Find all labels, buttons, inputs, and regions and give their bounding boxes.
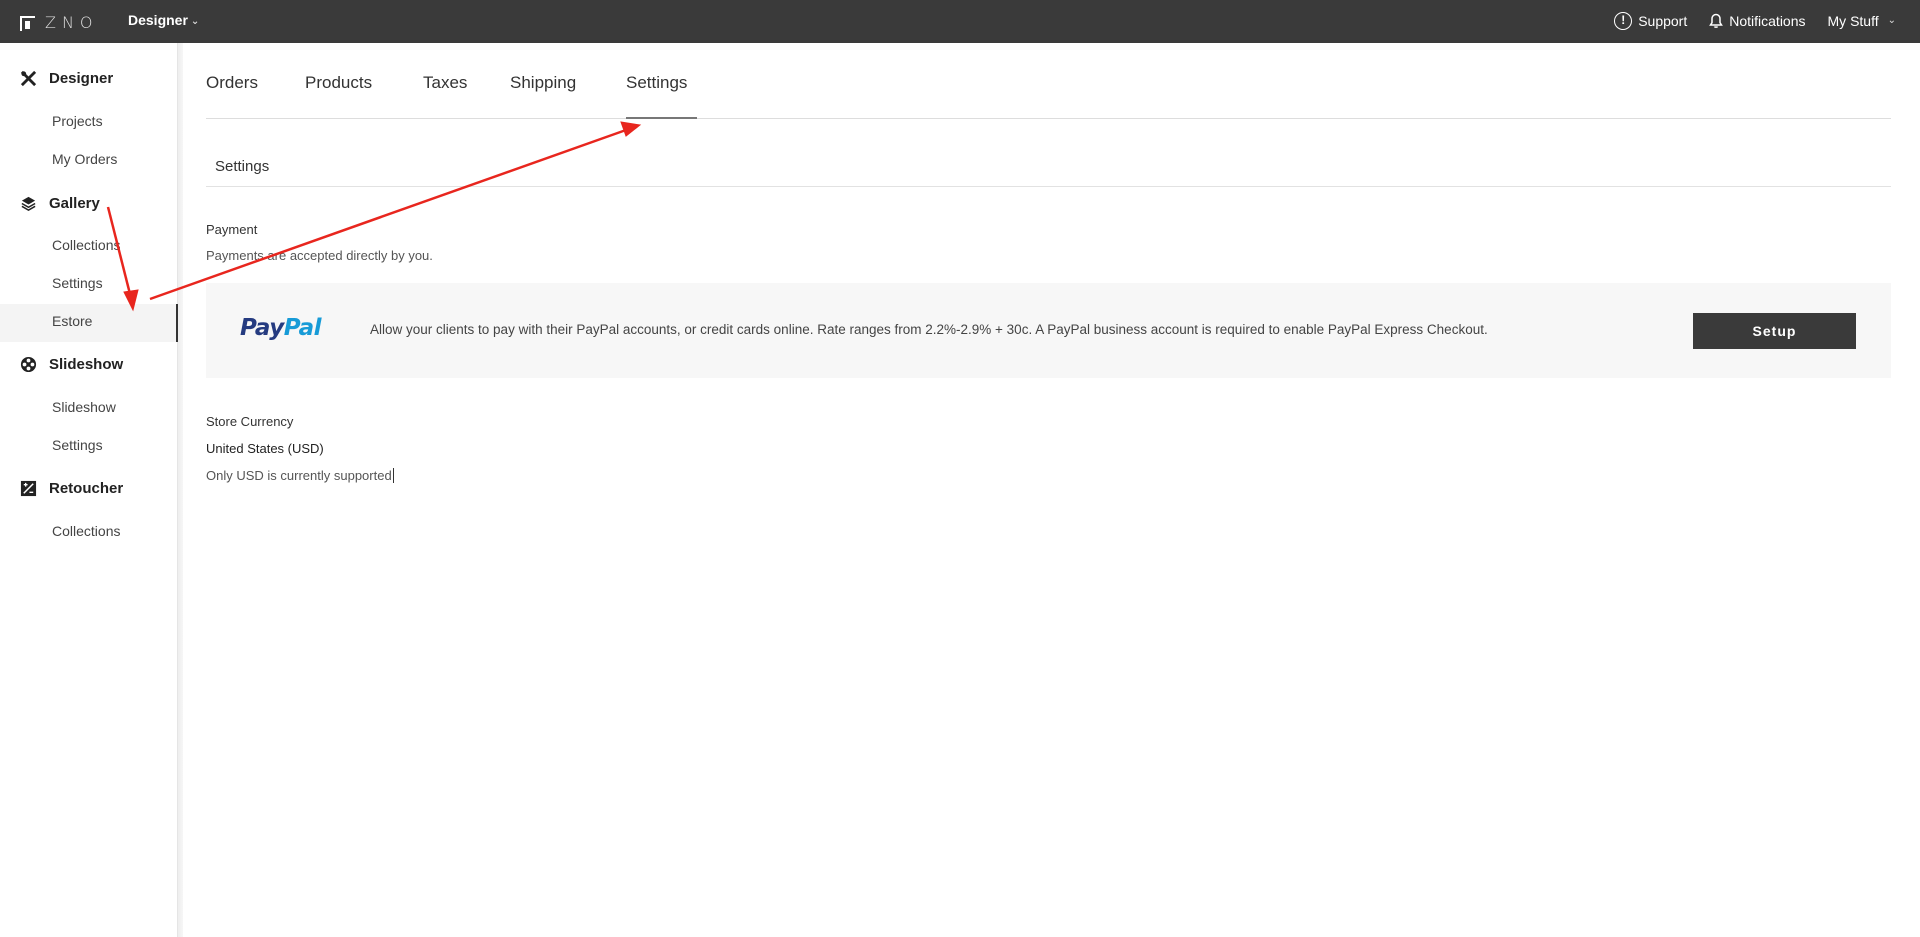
sidebar-item-my-orders[interactable]: My Orders [52,151,117,167]
paypal-description: Allow your clients to pay with their Pay… [370,322,1488,337]
notifications-label: Notifications [1729,13,1806,29]
tab-taxes[interactable]: Taxes [423,73,467,93]
chevron-down-icon: ⌄ [1887,14,1896,26]
section-divider [206,186,1891,187]
sidebar-item-projects[interactable]: Projects [52,113,103,129]
sidebar-section-label: Gallery [49,195,100,212]
info-circle-icon: ! [1614,12,1633,30]
tab-orders[interactable]: Orders [206,73,258,93]
support-label: Support [1638,13,1688,29]
my-stuff-label: My Stuff [1827,13,1879,29]
sidebar-item-collections[interactable]: Collections [52,237,120,253]
tab-shipping[interactable]: Shipping [510,73,576,93]
my-stuff-dropdown[interactable]: My Stuff ⌄ [1828,12,1896,30]
tab-settings[interactable]: Settings [626,73,687,93]
text-cursor [392,468,394,483]
sidebar-section-slideshow[interactable]: Slideshow [20,356,123,373]
sidebar: Designer Projects My Orders Gallery Coll… [0,43,178,937]
notifications-link[interactable]: Notifications [1709,12,1806,30]
tabs-divider [206,118,1891,119]
sidebar-item-retoucher-collections[interactable]: Collections [52,523,120,539]
app-switcher-label: Designer [128,12,188,28]
section-title: Settings [215,158,270,175]
setup-button[interactable]: Setup [1693,313,1856,349]
sidebar-section-label: Retoucher [49,480,124,497]
zno-logo[interactable]: ZNO [20,13,99,32]
logo-mark-icon [20,16,35,31]
designer-tools-icon [20,70,37,87]
sidebar-section-label: Designer [49,70,114,87]
active-tab-indicator [626,117,697,119]
payment-description: Payments are accepted directly by you. [206,248,433,263]
sidebar-section-gallery[interactable]: Gallery [20,195,100,212]
sidebar-section-retoucher[interactable]: Retoucher [20,480,123,497]
support-link[interactable]: ! Support [1614,12,1687,30]
paypal-logo: PayPal [240,315,322,341]
app-switcher-dropdown[interactable]: Designer ⌄ [128,12,199,28]
sidebar-section-designer[interactable]: Designer [20,70,113,87]
annotation-arrow-to-settings [149,121,642,301]
chevron-down-icon: ⌄ [190,16,200,27]
sidebar-item-slideshow[interactable]: Slideshow [52,399,116,415]
sidebar-section-label: Slideshow [49,356,124,373]
bell-icon [1709,13,1724,28]
sidebar-item-slideshow-settings[interactable]: Settings [52,437,103,453]
tab-products[interactable]: Products [305,73,372,93]
sidebar-item-estore[interactable]: Estore [52,313,92,329]
top-navigation-bar: ZNO Designer ⌄ ! Support Notifications My… [0,0,1920,43]
sidebar-divider [178,43,183,937]
layers-icon [21,196,36,211]
logo-text: ZNO [45,13,99,32]
paypal-panel: PayPal Allow your clients to pay with th… [206,283,1891,378]
payment-label: Payment [206,222,258,237]
sidebar-item-gallery-settings[interactable]: Settings [52,275,103,291]
film-reel-icon [20,356,37,373]
store-currency-note: Only USD is currently supported [206,468,394,483]
store-currency-value: United States (USD) [206,441,324,456]
retoucher-icon [20,480,37,497]
store-currency-label: Store Currency [206,414,294,429]
